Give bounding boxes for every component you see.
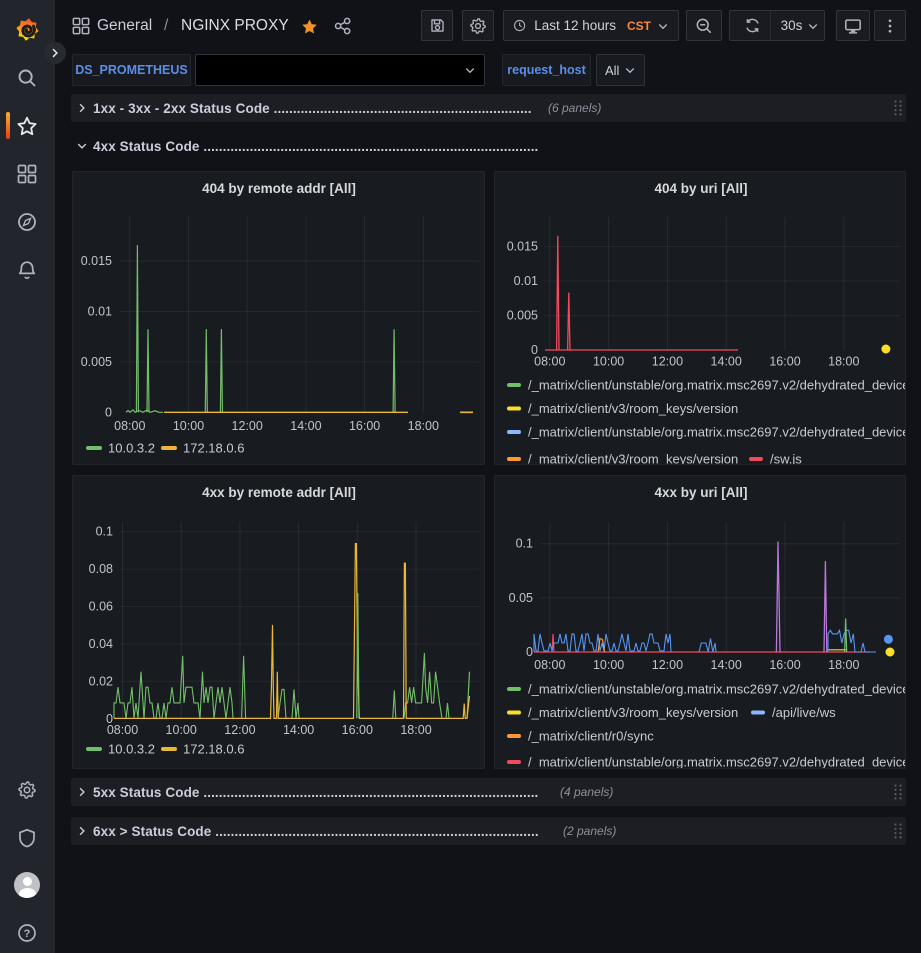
svg-text:16:00: 16:00: [349, 419, 380, 433]
svg-text:?: ?: [24, 928, 31, 940]
svg-text:12:00: 12:00: [652, 355, 683, 369]
svg-text:12:00: 12:00: [652, 658, 683, 672]
svg-text:4xx by uri [All]: 4xx by uri [All]: [654, 485, 747, 500]
svg-text:10:00: 10:00: [593, 355, 624, 369]
svg-text:18:00: 18:00: [400, 723, 431, 737]
svg-text:12:00: 12:00: [232, 419, 263, 433]
svg-text:14:00: 14:00: [283, 723, 314, 737]
svg-text:0.1: 0.1: [96, 525, 113, 539]
svg-text:10.0.3.2: 10.0.3.2: [108, 441, 155, 456]
svg-text:16:00: 16:00: [769, 658, 800, 672]
svg-text:16:00: 16:00: [342, 723, 373, 737]
svg-text:0: 0: [526, 645, 533, 659]
svg-text:08:00: 08:00: [534, 355, 565, 369]
svg-text:18:00: 18:00: [828, 355, 859, 369]
svg-text:/_matrix/client/unstable/org.m: /_matrix/client/unstable/org.matrix.msc2…: [528, 682, 906, 697]
svg-text:/_matrix/client/unstable/org.m: /_matrix/client/unstable/org.matrix.msc2…: [528, 425, 906, 440]
svg-text:/_matrix/client/unstable/org.m: /_matrix/client/unstable/org.matrix.msc2…: [528, 755, 906, 770]
svg-text:/_matrix/client/r0/sync: /_matrix/client/r0/sync: [528, 729, 654, 744]
svg-text:08:00: 08:00: [534, 658, 565, 672]
svg-text:14:00: 14:00: [290, 419, 321, 433]
svg-text:0.015: 0.015: [81, 254, 112, 268]
svg-text:0.01: 0.01: [88, 305, 112, 319]
svg-text:0.06: 0.06: [89, 600, 113, 614]
svg-text:0.005: 0.005: [81, 355, 112, 369]
svg-text:/_matrix/client/v3/room_keys/v: /_matrix/client/v3/room_keys/version: [528, 401, 738, 416]
svg-text:172.18.0.6: 172.18.0.6: [183, 441, 244, 456]
svg-text:0.005: 0.005: [507, 309, 538, 323]
svg-text:0.02: 0.02: [89, 674, 113, 688]
svg-text:08:00: 08:00: [114, 419, 145, 433]
svg-text:12:00: 12:00: [224, 723, 255, 737]
svg-text:10.0.3.2: 10.0.3.2: [108, 742, 155, 757]
svg-text:0.04: 0.04: [89, 637, 113, 651]
svg-text:172.18.0.6: 172.18.0.6: [183, 742, 244, 757]
svg-text:18:00: 18:00: [408, 419, 439, 433]
svg-text:0.05: 0.05: [509, 591, 533, 605]
svg-text:14:00: 14:00: [711, 355, 742, 369]
svg-text:/_matrix/client/unstable/org.m: /_matrix/client/unstable/org.matrix.msc2…: [528, 378, 906, 393]
svg-text:/sw.js: /sw.js: [770, 452, 802, 466]
svg-text:/_matrix/client/v3/room_keys/v: /_matrix/client/v3/room_keys/version: [528, 452, 738, 466]
svg-text:10:00: 10:00: [173, 419, 204, 433]
svg-text:18:00: 18:00: [828, 658, 859, 672]
svg-text:0.08: 0.08: [89, 562, 113, 576]
svg-text:0: 0: [105, 406, 112, 420]
svg-text:0.01: 0.01: [514, 274, 538, 288]
svg-text:404 by uri [All]: 404 by uri [All]: [654, 181, 747, 196]
svg-text:0.015: 0.015: [507, 240, 538, 254]
svg-text:/api/live/ws: /api/live/ws: [772, 705, 836, 720]
svg-text:14:00: 14:00: [711, 658, 742, 672]
svg-text:4xx by remote addr [All]: 4xx by remote addr [All]: [202, 485, 356, 500]
svg-text:16:00: 16:00: [769, 355, 800, 369]
svg-text:/_matrix/client/v3/room_keys/v: /_matrix/client/v3/room_keys/version: [528, 705, 738, 720]
svg-text:10:00: 10:00: [593, 658, 624, 672]
svg-text:10:00: 10:00: [166, 723, 197, 737]
svg-text:0.1: 0.1: [516, 537, 533, 551]
svg-text:404 by remote addr [All]: 404 by remote addr [All]: [202, 181, 356, 196]
svg-text:08:00: 08:00: [107, 723, 138, 737]
